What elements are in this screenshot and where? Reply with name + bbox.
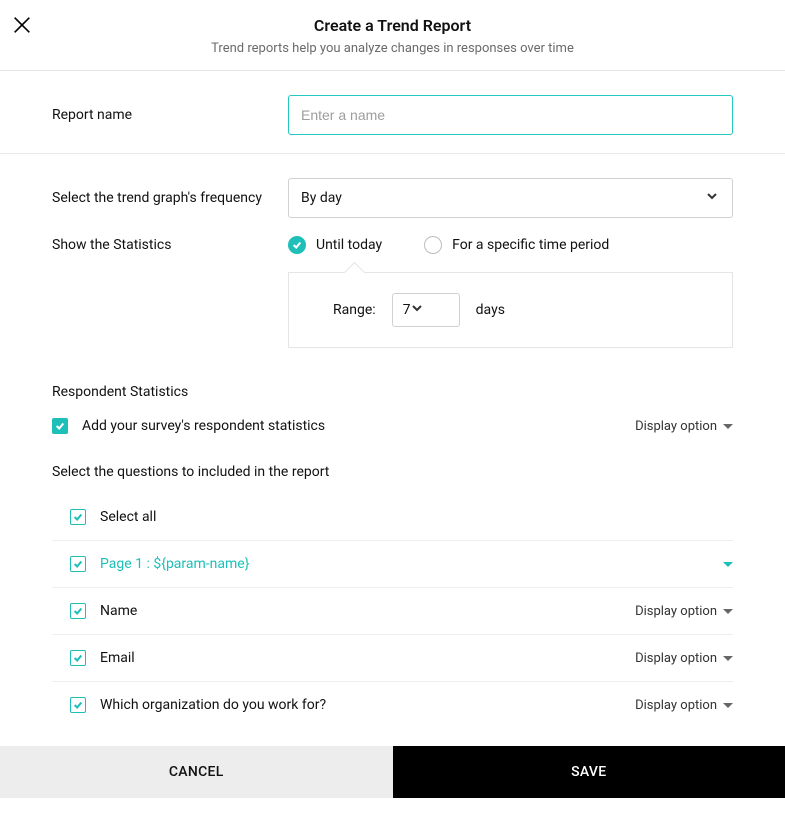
respondent-display-option[interactable]: Display option [635, 419, 733, 434]
question-checkbox[interactable] [70, 697, 86, 713]
check-icon [292, 240, 302, 250]
check-icon [73, 606, 83, 616]
report-name-input[interactable] [288, 95, 733, 135]
caret-down-icon [723, 609, 733, 614]
save-button[interactable]: SAVE [393, 746, 785, 798]
display-option-label: Display option [635, 604, 717, 619]
range-panel: Range: 7 days [288, 272, 733, 348]
check-icon [73, 512, 83, 522]
close-button[interactable] [10, 14, 34, 38]
frequency-value: By day [301, 190, 342, 206]
question-label: Name [100, 603, 621, 619]
expand-page-button[interactable] [723, 562, 733, 567]
display-option-label: Display option [635, 419, 717, 434]
frequency-select[interactable]: By day [288, 178, 733, 218]
caret-down-icon [723, 656, 733, 661]
select-all-label: Select all [100, 509, 733, 525]
page-checkbox[interactable] [70, 556, 86, 572]
question-display-option[interactable]: Display option [635, 651, 733, 666]
chevron-down-icon [411, 302, 423, 318]
question-display-option[interactable]: Display option [635, 604, 733, 619]
report-name-label: Report name [52, 107, 288, 123]
radio-until-today-label: Until today [316, 237, 382, 253]
frequency-label: Select the trend graph's frequency [52, 190, 288, 206]
cancel-button[interactable]: CANCEL [0, 746, 393, 798]
check-icon [73, 653, 83, 663]
radio-until-today[interactable]: Until today [288, 236, 382, 254]
questions-heading: Select the questions to included in the … [52, 464, 733, 480]
select-all-checkbox[interactable] [70, 509, 86, 525]
page-label: Page 1 : ${param-name} [100, 556, 709, 572]
range-label: Range: [333, 302, 376, 318]
check-icon [73, 700, 83, 710]
dialog-title: Create a Trend Report [0, 16, 785, 35]
question-label: Which organization do you work for? [100, 697, 621, 713]
respondent-checkbox[interactable] [52, 418, 68, 434]
close-icon [11, 14, 33, 36]
question-checkbox[interactable] [70, 650, 86, 666]
question-checkbox[interactable] [70, 603, 86, 619]
question-label: Email [100, 650, 621, 666]
range-select[interactable]: 7 [392, 293, 460, 327]
display-option-label: Display option [635, 651, 717, 666]
radio-specific-period-label: For a specific time period [452, 237, 609, 253]
radio-specific-period[interactable]: For a specific time period [424, 236, 609, 254]
range-value: 7 [403, 302, 411, 318]
caret-down-icon [723, 703, 733, 708]
range-unit: days [476, 302, 505, 318]
chevron-down-icon [706, 190, 718, 206]
caret-down-icon [723, 424, 733, 429]
question-display-option[interactable]: Display option [635, 698, 733, 713]
check-icon [55, 421, 65, 431]
statistics-label: Show the Statistics [52, 237, 288, 253]
respondent-heading: Respondent Statistics [52, 384, 733, 400]
dialog-subtitle: Trend reports help you analyze changes i… [0, 41, 785, 56]
check-icon [73, 559, 83, 569]
respondent-checkbox-label: Add your survey's respondent statistics [82, 418, 325, 434]
display-option-label: Display option [635, 698, 717, 713]
